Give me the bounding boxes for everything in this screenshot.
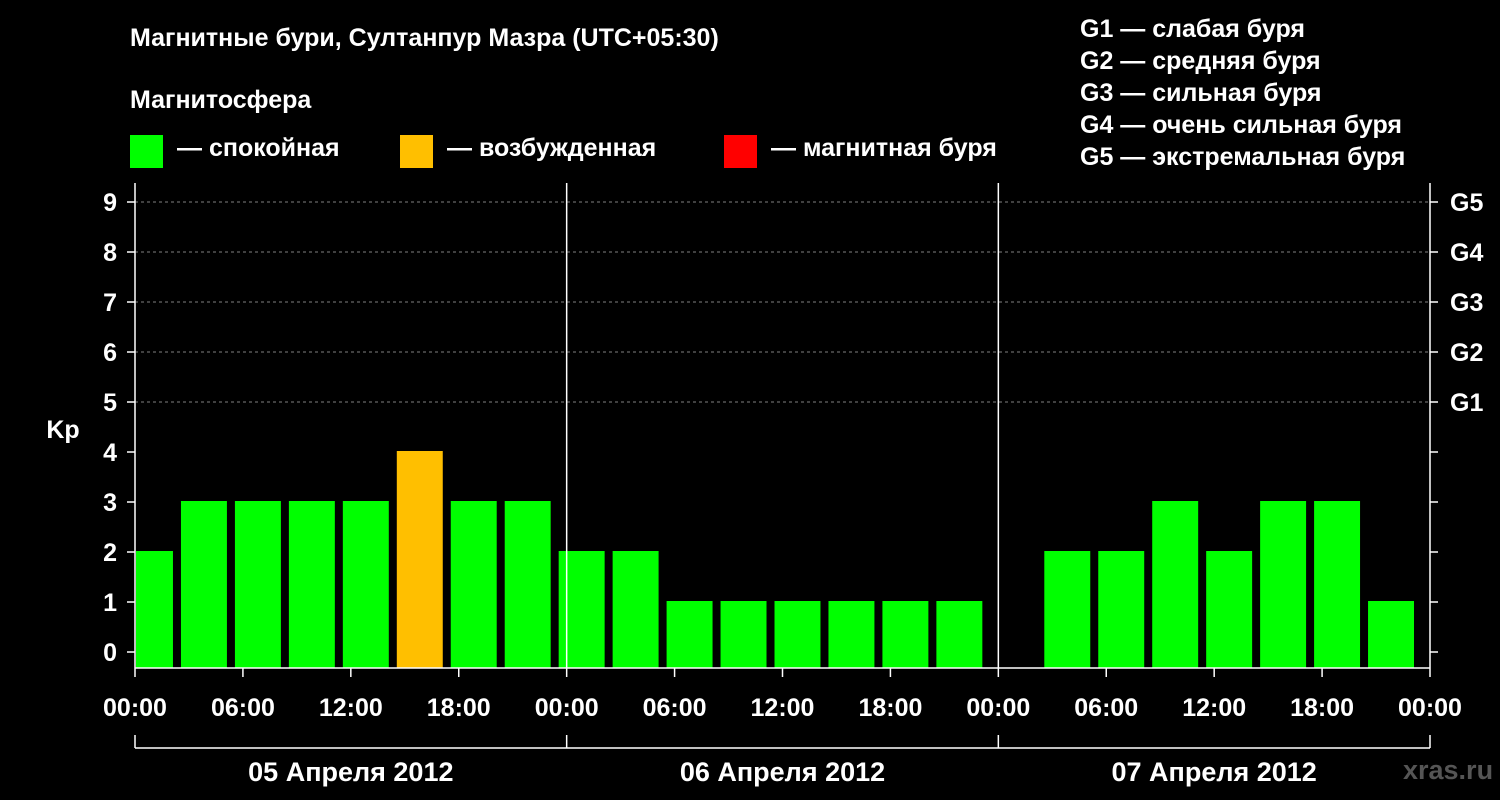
x-tick-label: 18:00: [858, 694, 922, 722]
kp-bar: [558, 551, 605, 668]
y-tick-label: 3: [103, 489, 117, 517]
kp-bar: [504, 501, 551, 668]
kp-bar: [396, 451, 443, 668]
kp-bar: [1314, 501, 1361, 668]
day-label: 06 Апреля 2012: [680, 757, 885, 787]
x-tick-label: 00:00: [103, 694, 167, 722]
y-tick-label: 4: [103, 439, 117, 467]
kp-bar: [234, 501, 281, 668]
x-tick-label: 18:00: [427, 694, 491, 722]
x-tick-label: 12:00: [751, 694, 815, 722]
kp-bar: [342, 501, 389, 668]
x-tick-label: 00:00: [535, 694, 599, 722]
kp-bar-chart: 0 1 2 3 4 5 6 7 8 9 Kp G1 G2 G3 G4 G5 00:00 06:00 12:00 18:…: [46, 183, 1483, 787]
y-tick-label: 0: [103, 639, 117, 667]
y-axis-label: Kp: [46, 416, 79, 444]
kp-bar: [180, 501, 227, 668]
g-axis-label: G5: [1450, 189, 1483, 217]
y-tick-label: 2: [103, 539, 117, 567]
x-tick-label: 06:00: [643, 694, 707, 722]
x-tick-label: 12:00: [319, 694, 383, 722]
kp-bar: [882, 601, 929, 668]
x-tick-label: 00:00: [966, 694, 1030, 722]
x-tick-label: 12:00: [1182, 694, 1246, 722]
x-tick-label: 00:00: [1398, 694, 1462, 722]
kp-bar: [720, 601, 767, 668]
kp-bar: [450, 501, 497, 668]
kp-bar: [774, 601, 821, 668]
g-axis-label: G4: [1450, 239, 1483, 267]
y-tick-label: 6: [103, 339, 117, 367]
kp-bar: [612, 551, 659, 668]
kp-bar: [1260, 501, 1307, 668]
kp-bar: [1152, 501, 1199, 668]
x-tick-label: 06:00: [1074, 694, 1138, 722]
y-tick-label: 5: [103, 389, 117, 417]
kp-bar: [1044, 551, 1091, 668]
kp-bar: [1368, 601, 1415, 668]
kp-bar: [828, 601, 875, 668]
g-axis-label: G2: [1450, 339, 1483, 367]
day-label: 05 Апреля 2012: [248, 757, 453, 787]
kp-bar: [666, 601, 713, 668]
kp-bar: [936, 601, 983, 668]
y-tick-label: 9: [103, 189, 117, 217]
x-tick-label: 06:00: [211, 694, 275, 722]
g-axis-label: G3: [1450, 289, 1483, 317]
x-tick-label: 18:00: [1290, 694, 1354, 722]
y-tick-label: 8: [103, 239, 117, 267]
day-label: 07 Апреля 2012: [1112, 757, 1317, 787]
y-tick-label: 1: [103, 589, 117, 617]
kp-bar: [288, 501, 335, 668]
kp-bar: [1206, 551, 1253, 668]
kp-bar: [1098, 551, 1145, 668]
g-axis-label: G1: [1450, 389, 1483, 417]
kp-bar: [136, 551, 173, 668]
y-tick-label: 7: [103, 289, 117, 317]
watermark: xras.ru: [1403, 755, 1494, 785]
